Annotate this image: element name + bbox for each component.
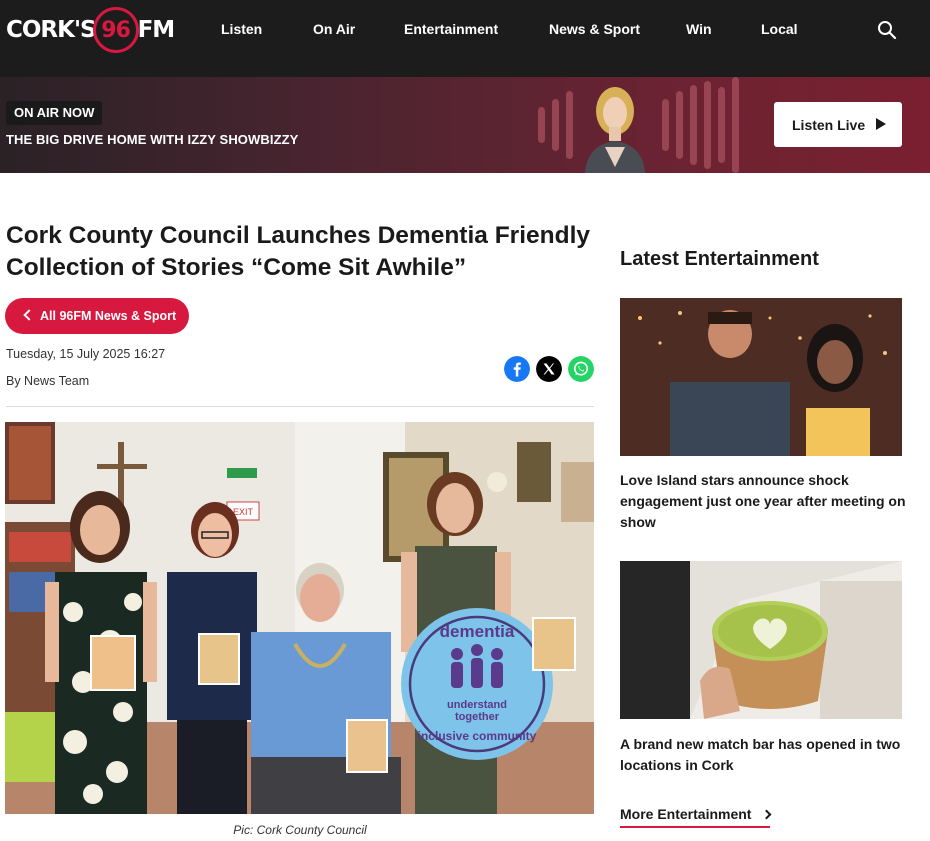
nav-item-news-sport[interactable]: News & Sport bbox=[549, 21, 640, 37]
article-title: Cork County Council Launches Dementia Fr… bbox=[6, 222, 591, 281]
chevron-right-icon bbox=[762, 809, 772, 820]
listen-live-label: Listen Live bbox=[792, 116, 866, 133]
nav-item-on-air[interactable]: On Air bbox=[313, 21, 355, 37]
dementia-sign-title: dementia bbox=[440, 622, 515, 641]
photo-caption: Pic: Cork County Council bbox=[233, 823, 367, 837]
site-header: CORK'S 96 FM Listen On Air Entertainment… bbox=[0, 0, 930, 77]
dementia-sign-bottom: inclusive community bbox=[418, 729, 537, 743]
on-air-show-title[interactable]: THE BIG DRIVE HOME WITH IZZY SHOWBIZZY bbox=[6, 132, 298, 147]
on-air-badge: ON AIR NOW bbox=[6, 101, 103, 125]
card-image-love-island[interactable] bbox=[620, 298, 902, 456]
nav-item-local[interactable]: Local bbox=[761, 21, 798, 37]
dementia-sign-line1: understand bbox=[447, 699, 507, 711]
main-nav: Listen On Air Entertainment News & Sport… bbox=[0, 0, 930, 58]
x-icon[interactable] bbox=[536, 356, 562, 382]
play-icon bbox=[876, 118, 886, 130]
article-divider bbox=[6, 406, 594, 407]
article-photo[interactable]: EXIT dementia understand together inclus… bbox=[5, 422, 594, 814]
nav-item-listen[interactable]: Listen bbox=[221, 21, 262, 37]
exit-sign-text: EXIT bbox=[233, 507, 254, 517]
chevron-left-icon bbox=[23, 309, 35, 321]
search-icon[interactable] bbox=[877, 20, 897, 40]
all-news-sport-label: All 96FM News & Sport bbox=[40, 309, 177, 323]
nav-item-win[interactable]: Win bbox=[686, 21, 712, 37]
facebook-icon[interactable] bbox=[504, 356, 530, 382]
whatsapp-icon[interactable] bbox=[568, 356, 594, 382]
presenter-photo bbox=[585, 87, 645, 173]
listen-live-button[interactable]: Listen Live bbox=[774, 102, 902, 147]
article-byline: By News Team bbox=[6, 374, 90, 388]
all-news-sport-button[interactable]: All 96FM News & Sport bbox=[5, 298, 189, 334]
card-image-match-bar[interactable] bbox=[620, 561, 902, 719]
dementia-sign-line2: together bbox=[455, 711, 500, 723]
article-date: Tuesday, 15 July 2025 16:27 bbox=[6, 347, 166, 361]
card-title-match-bar[interactable]: A brand new match bar has opened in two … bbox=[620, 734, 910, 776]
on-air-banner: ON AIR NOW THE BIG DRIVE HOME WITH IZZY … bbox=[0, 77, 930, 173]
nav-item-entertainment[interactable]: Entertainment bbox=[404, 21, 498, 37]
more-entertainment-link[interactable]: More Entertainment bbox=[620, 806, 772, 828]
more-entertainment-label: More Entertainment bbox=[620, 806, 752, 822]
card-title-love-island[interactable]: Love Island stars announce shock engagem… bbox=[620, 470, 910, 533]
sidebar-title: Latest Entertainment bbox=[620, 248, 819, 270]
